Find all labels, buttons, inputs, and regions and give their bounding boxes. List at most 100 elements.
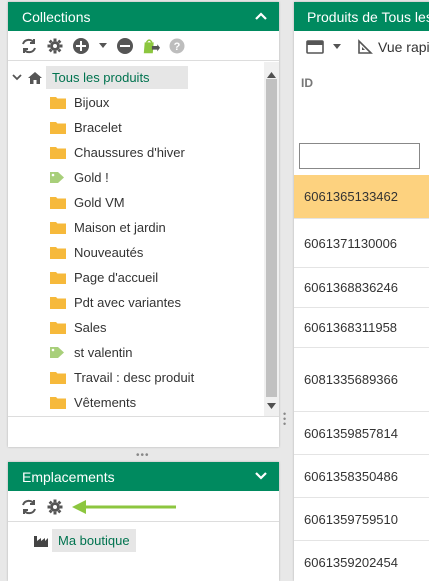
tag-icon	[48, 346, 68, 359]
table-row[interactable]: 6061368836246	[294, 268, 429, 308]
emplacements-panel: Emplacements Ma boutique	[8, 462, 279, 581]
table-cell-id: 6061359857814	[304, 425, 398, 441]
chevron-down-icon[interactable]	[251, 466, 271, 486]
arrow-left-icon	[72, 499, 178, 514]
tree-item[interactable]: Page d'accueil	[48, 265, 164, 290]
tree-item-label: Page d'accueil	[74, 270, 159, 285]
dropdown-caret-icon[interactable]	[332, 38, 342, 56]
tree-item-label: Maison et jardin	[74, 220, 166, 235]
tree-item-location[interactable]: Ma boutique	[30, 528, 136, 553]
chevron-down-icon[interactable]	[12, 74, 24, 81]
products-header: Produits de Tous les	[294, 2, 429, 31]
tree-item[interactable]: Gold VM	[48, 190, 131, 215]
window-icon[interactable]	[306, 38, 324, 56]
tree-item[interactable]: Bracelet	[48, 115, 128, 140]
tree-item-label: Nouveautés	[74, 245, 144, 260]
tree-item-label: Ma boutique	[52, 529, 136, 552]
products-toolbar: Vue rapi	[294, 31, 429, 63]
tree-item-label: Vêtements	[74, 395, 137, 410]
table-cell-id: 6061359759510	[304, 511, 398, 527]
tree-item-root[interactable]: Tous les produits	[12, 65, 188, 90]
shopify-export-icon[interactable]	[142, 37, 160, 55]
table-row[interactable]: 6061368311958	[294, 308, 429, 348]
folder-icon	[48, 121, 68, 134]
folder-icon	[48, 396, 68, 409]
collections-toolbar: ?	[8, 31, 279, 61]
svg-text:?: ?	[174, 41, 181, 53]
folder-icon	[48, 221, 68, 234]
table-row[interactable]: 6081335689366	[294, 348, 429, 412]
gear-icon[interactable]	[46, 498, 64, 516]
chevron-up-icon[interactable]	[251, 6, 271, 26]
products-panel: Produits de Tous les Vue rapi ID 6061365…	[294, 2, 429, 581]
gear-icon[interactable]	[46, 37, 64, 55]
folder-icon	[48, 246, 68, 259]
help-icon[interactable]: ?	[168, 37, 186, 55]
tree-item[interactable]: st valentin	[48, 340, 139, 365]
remove-icon[interactable]	[116, 37, 134, 55]
tree-item-label: Bracelet	[74, 120, 122, 135]
emplacements-toolbar	[8, 492, 279, 522]
tree-item[interactable]: Sales	[48, 315, 113, 340]
folder-icon	[48, 296, 68, 309]
table-row[interactable]: 6061359857814	[294, 412, 429, 455]
table-cell-id: 6061359202454	[304, 554, 398, 570]
scrollbar-thumb[interactable]	[266, 79, 277, 397]
quick-view-label[interactable]: Vue rapi	[378, 39, 429, 55]
tree-item[interactable]: Nouveautés	[48, 240, 149, 265]
factory-icon	[30, 534, 52, 548]
tree-item[interactable]: Pdt avec variantes	[48, 290, 187, 315]
tag-icon	[48, 171, 68, 184]
tree-item-label: Pdt avec variantes	[74, 295, 181, 310]
tree-item-label: Tous les produits	[46, 66, 188, 89]
tree-item-label: Gold !	[74, 170, 109, 185]
home-icon	[24, 71, 46, 85]
table-cell-id: 6061368311958	[304, 320, 398, 335]
scroll-down-icon[interactable]	[267, 397, 276, 412]
tree-item[interactable]: Maison et jardin	[48, 215, 172, 240]
table-row[interactable]: 6061359202454	[294, 541, 429, 581]
emplacements-header[interactable]: Emplacements	[8, 462, 279, 491]
collections-header[interactable]: Collections	[8, 2, 279, 31]
folder-icon	[48, 146, 68, 159]
emplacements-title: Emplacements	[22, 468, 115, 485]
horizontal-splitter-handle[interactable]: •••	[136, 450, 150, 461]
folder-icon	[48, 196, 68, 209]
folder-icon	[48, 271, 68, 284]
table-cell-id: 6061371130006	[304, 235, 398, 251]
table-row[interactable]: 6061358350486	[294, 455, 429, 498]
tree-item-label: st valentin	[74, 345, 133, 360]
table-cell-id: 6061365133462	[304, 189, 398, 204]
tree-item[interactable]: Chaussures d'hiver	[48, 140, 191, 165]
vertical-splitter-handle[interactable]: • • •	[283, 410, 289, 429]
column-header-id[interactable]: ID	[301, 76, 313, 90]
collections-tree: Tous les produits Bijoux Bracelet Chaussur…	[8, 62, 264, 416]
id-filter-input[interactable]	[299, 143, 420, 169]
refresh-icon[interactable]	[20, 498, 38, 516]
collections-footer	[8, 416, 279, 448]
tree-item[interactable]: Bijoux	[48, 90, 115, 115]
table-cell-id: 6081335689366	[304, 372, 398, 387]
refresh-icon[interactable]	[20, 37, 38, 55]
dropdown-caret-icon[interactable]	[98, 37, 108, 55]
set-square-icon[interactable]	[356, 38, 374, 56]
tree-item-label: Chaussures d'hiver	[74, 145, 185, 160]
tree-item-label: Bijoux	[74, 95, 110, 110]
table-row[interactable]: 6061365133462	[294, 175, 429, 219]
tree-item[interactable]: Gold !	[48, 165, 115, 190]
tree-item-label: Sales	[74, 320, 107, 335]
collections-panel: Collections ? Tous les produits Bijoux B…	[8, 2, 279, 447]
table-cell-id: 6061368836246	[304, 280, 398, 295]
products-title: Produits de Tous les	[307, 8, 429, 25]
table-row[interactable]: 6061359759510	[294, 498, 429, 541]
folder-icon	[48, 96, 68, 109]
tree-item-label: Gold VM	[74, 195, 125, 210]
collections-scrollbar[interactable]	[264, 62, 279, 416]
tree-item-label: Travail : desc produit	[74, 370, 195, 385]
tree-item[interactable]: Travail : desc produit	[48, 365, 200, 390]
add-icon[interactable]	[72, 37, 90, 55]
folder-icon	[48, 371, 68, 384]
tree-item[interactable]: Vêtements	[48, 390, 142, 415]
folder-icon	[48, 321, 68, 334]
table-row[interactable]: 6061371130006	[294, 219, 429, 268]
